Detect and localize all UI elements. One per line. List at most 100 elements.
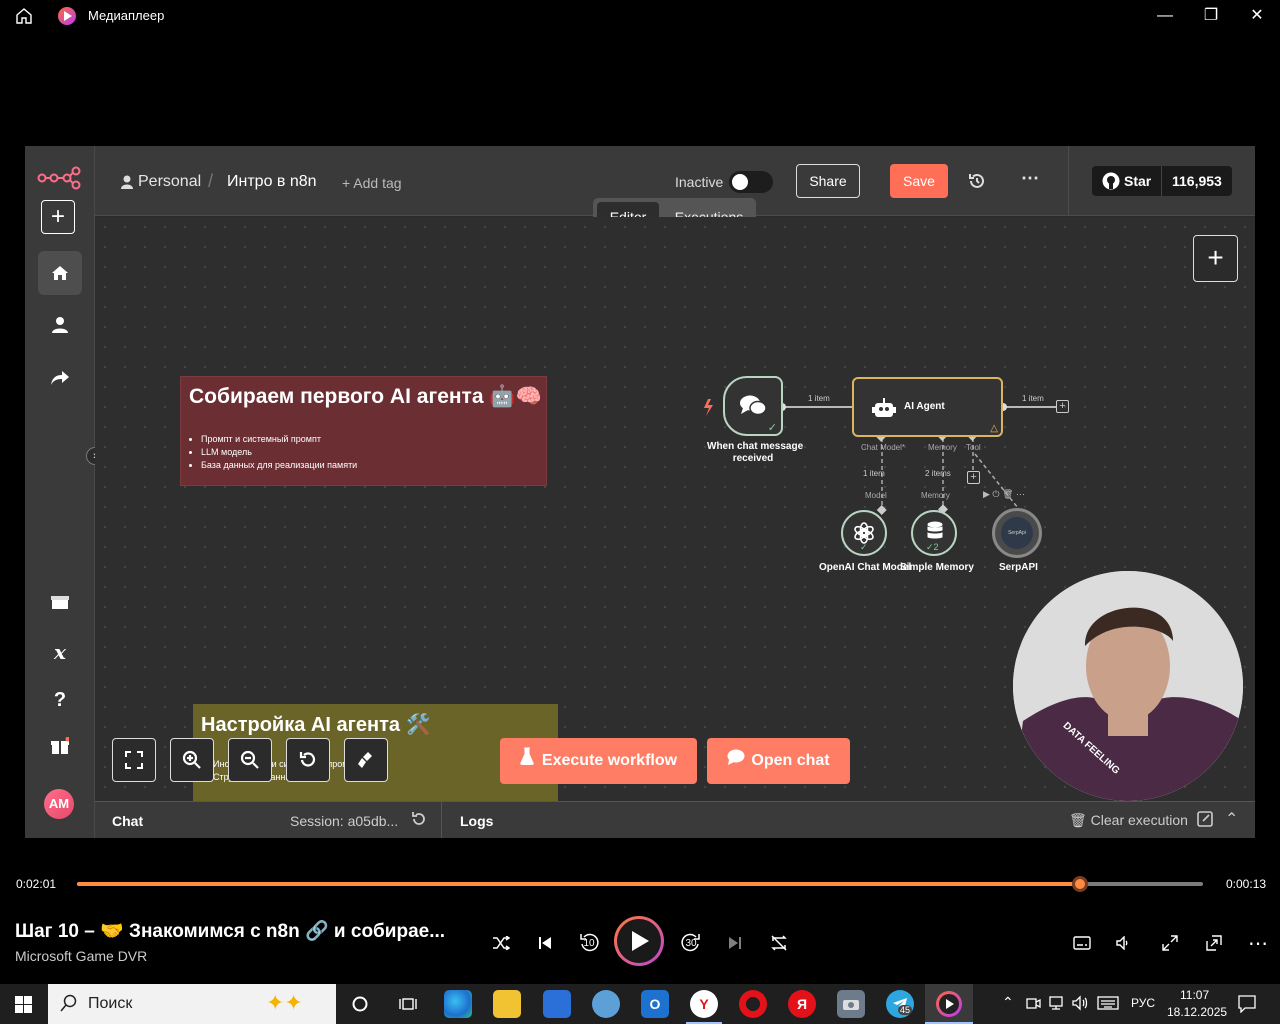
trash-icon: 🗑 bbox=[1069, 812, 1087, 828]
clear-execution-label: Clear execution bbox=[1090, 812, 1188, 828]
more-icon[interactable]: ⋯ bbox=[1244, 929, 1272, 957]
warning-icon: △ bbox=[990, 423, 998, 434]
pop-out-icon[interactable] bbox=[1197, 811, 1213, 830]
play-button[interactable] bbox=[614, 916, 664, 966]
remaining-time: 0:00:13 bbox=[1226, 877, 1267, 891]
window-title: Медиаплеер bbox=[88, 8, 165, 23]
execute-workflow-label: Execute workflow bbox=[541, 752, 678, 770]
success-check-icon: ✓ bbox=[767, 422, 777, 434]
subtitles-icon[interactable] bbox=[1068, 929, 1096, 957]
paint-icon[interactable] bbox=[592, 990, 620, 1018]
yandex-icon[interactable]: Я bbox=[788, 990, 816, 1018]
search-icon bbox=[60, 994, 78, 1017]
zoom-in-button[interactable] bbox=[170, 738, 214, 782]
clock-time[interactable]: 11:07 bbox=[1180, 988, 1209, 1002]
collapse-panel-icon[interactable]: ⌃ bbox=[1225, 809, 1238, 829]
notifications-icon[interactable] bbox=[1238, 995, 1256, 1018]
serpapi-logo-icon: SerpApi bbox=[1001, 517, 1033, 549]
node-openai-chat-model[interactable]: ✓ bbox=[841, 510, 887, 556]
fit-view-button[interactable] bbox=[112, 738, 156, 782]
next-icon[interactable] bbox=[721, 929, 749, 957]
skip-forward-button[interactable]: 30 bbox=[677, 929, 705, 957]
openai-icon bbox=[854, 522, 874, 544]
success-check-icon: ✓ bbox=[860, 542, 868, 552]
tidy-up-button[interactable] bbox=[344, 738, 388, 782]
chat-panel-title[interactable]: Chat bbox=[112, 813, 143, 829]
camera-icon[interactable] bbox=[837, 990, 865, 1018]
task-view-icon[interactable] bbox=[394, 990, 422, 1018]
zoom-out-icon bbox=[240, 750, 259, 769]
opera-icon[interactable] bbox=[739, 990, 767, 1018]
run-count-badge: 2 bbox=[933, 542, 939, 552]
zoom-out-button[interactable] bbox=[228, 738, 272, 782]
speaker-icon[interactable] bbox=[1072, 995, 1090, 1016]
repeat-off-icon[interactable] bbox=[765, 929, 793, 957]
add-output-button[interactable]: + bbox=[1056, 400, 1069, 413]
panel-divider bbox=[441, 802, 442, 838]
file-explorer-icon[interactable] bbox=[493, 990, 521, 1018]
presenter-figure bbox=[1013, 571, 1243, 801]
open-chat-label: Open chat bbox=[751, 752, 830, 770]
success-check-icon: ✓2 bbox=[926, 542, 939, 552]
open-chat-button[interactable]: Open chat bbox=[707, 738, 850, 784]
node-toolbar-icons[interactable]: ▶ ⏻ 🗑 ⋯ bbox=[983, 489, 1025, 500]
items-count-label: 1 item bbox=[863, 469, 885, 478]
node-simple-memory[interactable]: ✓2 bbox=[911, 510, 957, 556]
items-count-label: 1 item bbox=[808, 394, 830, 403]
skip-back-button[interactable]: 10 bbox=[575, 929, 603, 957]
clock-date[interactable]: 18.12.2025 bbox=[1167, 1005, 1227, 1019]
edge-browser-icon[interactable] bbox=[444, 990, 472, 1018]
label-line: When chat message bbox=[707, 441, 804, 452]
search-placeholder: Поиск bbox=[88, 995, 133, 1012]
port-label: Chat Model* bbox=[861, 443, 906, 452]
node-serpapi[interactable]: SerpApi bbox=[992, 508, 1042, 558]
microsoft-store-icon[interactable] bbox=[543, 990, 571, 1018]
windows-start-icon[interactable] bbox=[15, 996, 32, 1018]
outlook-icon[interactable]: O bbox=[641, 990, 669, 1018]
execute-workflow-button[interactable]: Execute workflow bbox=[500, 738, 697, 784]
telegram-icon[interactable]: 45 bbox=[886, 990, 914, 1018]
previous-icon[interactable] bbox=[531, 929, 559, 957]
yandex-browser-icon[interactable]: Y bbox=[690, 990, 718, 1018]
clear-execution-button[interactable]: 🗑 Clear execution bbox=[1069, 812, 1188, 829]
seek-bar-progress bbox=[77, 882, 1081, 886]
video-title: Шаг 10 – 🤝 Знакомимся с n8n 🔗 и собирае.… bbox=[15, 921, 446, 942]
port-diamond bbox=[876, 505, 887, 515]
shuffle-icon[interactable] bbox=[487, 929, 515, 957]
taskbar-search-box[interactable]: Поиск ✦✦ bbox=[48, 984, 336, 1024]
label-line: received bbox=[732, 453, 774, 464]
language-indicator[interactable]: РУС bbox=[1131, 996, 1155, 1010]
active-media-player-taskbar-item[interactable] bbox=[925, 984, 973, 1024]
node-ai-agent[interactable]: AI Agent △ bbox=[852, 377, 1003, 437]
tray-meet-icon[interactable] bbox=[1025, 995, 1041, 1016]
show-hidden-icons-chevron[interactable]: ⌃ bbox=[1002, 994, 1014, 1011]
cortana-icon[interactable] bbox=[346, 990, 374, 1018]
session-id: Session: a05db... bbox=[290, 813, 399, 829]
close-button[interactable]: ✕ bbox=[1234, 0, 1280, 32]
home-icon[interactable] bbox=[14, 6, 34, 26]
add-tool-button[interactable]: + bbox=[967, 471, 980, 484]
windows-taskbar: Поиск ✦✦ O Y Я 45 ⌃ РУС 11:07 18.12.2025 bbox=[0, 984, 1280, 1024]
node-chat-trigger[interactable]: ✓ bbox=[723, 376, 783, 436]
media-player-app-icon bbox=[58, 7, 76, 25]
volume-icon[interactable] bbox=[1110, 929, 1138, 957]
chat-bubbles-icon bbox=[740, 395, 767, 416]
minimize-button[interactable]: — bbox=[1142, 0, 1188, 32]
search-highlight-icon: ✦✦ bbox=[266, 990, 303, 1015]
fullscreen-icon[interactable] bbox=[1156, 929, 1184, 957]
keyboard-icon[interactable] bbox=[1097, 995, 1119, 1016]
mini-player-icon[interactable] bbox=[1200, 929, 1228, 957]
chat-icon bbox=[727, 738, 745, 784]
bottom-panel-bar: Chat Session: a05db... Logs 🗑 Clear exec… bbox=[95, 801, 1255, 838]
restore-button[interactable]: ❐ bbox=[1188, 0, 1234, 32]
reset-session-icon[interactable] bbox=[411, 811, 427, 830]
network-icon[interactable] bbox=[1048, 995, 1066, 1016]
flask-icon bbox=[520, 738, 534, 784]
node-memory-label: Simple Memory bbox=[900, 562, 974, 573]
seek-bar[interactable] bbox=[77, 876, 1203, 892]
skip-back-label: 10 bbox=[583, 937, 595, 949]
node-openai-label: OpenAI Chat Model bbox=[819, 562, 912, 573]
reset-zoom-button[interactable] bbox=[286, 738, 330, 782]
logs-panel-title[interactable]: Logs bbox=[460, 813, 493, 829]
items-count-label: 2 items bbox=[925, 469, 951, 478]
